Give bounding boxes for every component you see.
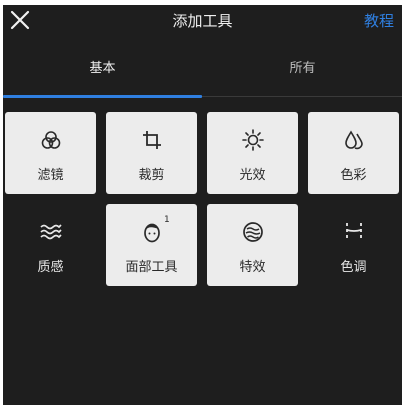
active-tab-indicator — [3, 95, 202, 98]
crop-icon — [142, 131, 161, 149]
header-bar: 添加工具 教程 — [3, 5, 402, 45]
tool-texture[interactable]: 质感 — [5, 204, 96, 286]
tool-label: 色调 — [340, 260, 367, 275]
tab-basic[interactable]: 基本 — [3, 55, 202, 91]
color-drops-icon — [344, 130, 363, 150]
tool-crop[interactable]: 裁剪 — [106, 112, 197, 194]
new-badge: 1 — [164, 215, 170, 225]
tool-filter[interactable]: 滤镜 — [5, 112, 96, 194]
tool-label: 质感 — [37, 260, 64, 275]
page-title: 添加工具 — [172, 12, 233, 30]
tool-effects[interactable]: 特效 — [207, 204, 298, 286]
tutorial-link[interactable]: 教程 — [364, 10, 394, 31]
add-tools-screen: 添加工具 教程 基本 所有 滤镜 裁剪 光效 色彩 质感 1 面部工具 特效 色… — [3, 5, 402, 405]
tool-tone[interactable]: 色调 — [308, 204, 399, 286]
tool-label: 滤镜 — [37, 168, 64, 183]
tab-divider — [202, 96, 402, 97]
tool-color[interactable]: 色彩 — [308, 112, 399, 194]
face-icon — [143, 223, 160, 243]
tool-label: 面部工具 — [125, 260, 178, 275]
effects-icon — [242, 222, 263, 242]
light-effect-icon — [241, 129, 264, 151]
tool-label: 特效 — [239, 260, 266, 275]
texture-waves-icon — [39, 224, 62, 240]
tone-curve-icon — [345, 223, 362, 241]
tab-all[interactable]: 所有 — [203, 55, 402, 91]
tool-label: 光效 — [239, 168, 266, 183]
tool-light-effect[interactable]: 光效 — [207, 112, 298, 194]
filter-icon — [41, 131, 60, 149]
tool-face[interactable]: 1 面部工具 — [106, 204, 197, 286]
tool-label: 裁剪 — [138, 168, 165, 183]
tab-bar: 基本 所有 — [3, 55, 402, 99]
tool-label: 色彩 — [340, 168, 367, 183]
